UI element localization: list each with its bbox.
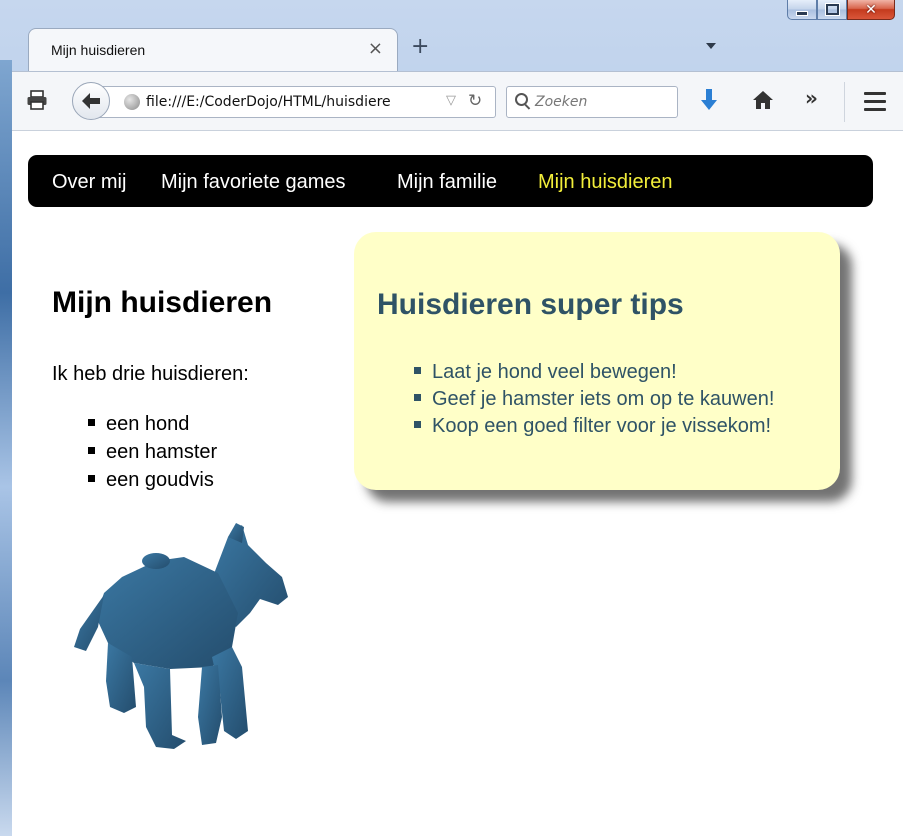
intro-text: Ik heb drie huisdieren:: [52, 363, 249, 385]
navigation-toolbar: file:///E:/CoderDojo/HTML/huisdiere ▽ ↻ …: [12, 71, 903, 131]
url-history-dropdown-icon[interactable]: ▽: [446, 93, 456, 108]
window-controls: ✕: [787, 0, 895, 22]
nav-item-over-mij[interactable]: Over mij: [52, 171, 126, 194]
pet-item-label: een goudvis: [106, 469, 214, 491]
list-item: Koop een goed filter voor je vissekom!: [414, 413, 774, 440]
close-icon: ✕: [865, 1, 877, 18]
tab-close-icon[interactable]: ×: [368, 38, 383, 59]
toolbar-separator: [844, 82, 845, 122]
print-icon[interactable]: [26, 89, 48, 111]
lego-dog-image: [74, 523, 288, 749]
hamburger-menu-icon[interactable]: [864, 92, 886, 116]
minimize-icon: [796, 11, 808, 16]
maximize-button[interactable]: [817, 0, 847, 20]
home-icon[interactable]: [752, 90, 774, 110]
download-icon[interactable]: [700, 88, 718, 112]
maximize-icon: [824, 3, 840, 16]
minimize-button[interactable]: [787, 0, 817, 20]
list-item: een hamster: [88, 438, 217, 466]
tab-list-dropdown-icon[interactable]: [706, 43, 716, 49]
tips-box: Huisdieren super tips Laat je hond veel …: [354, 232, 840, 490]
nav-item-huisdieren[interactable]: Mijn huisdieren: [538, 171, 673, 194]
nav-item-favoriete-games[interactable]: Mijn favoriete games: [161, 171, 346, 194]
search-placeholder[interactable]: Zoeken: [535, 94, 587, 110]
overflow-chevron-icon[interactable]: »: [805, 86, 818, 110]
tab-title: Mijn huisdieren: [51, 42, 146, 58]
tip-item-label: Geef je hamster iets om op te kauwen!: [432, 388, 775, 410]
list-item: een hond: [88, 410, 217, 438]
desktop-background: [0, 60, 12, 836]
back-button[interactable]: [72, 82, 110, 120]
pet-list: een hond een hamster een goudvis: [88, 410, 217, 494]
search-icon: [515, 93, 528, 106]
list-item: een goudvis: [88, 466, 217, 494]
pet-item-label: een hond: [106, 413, 190, 435]
url-text[interactable]: file:///E:/CoderDojo/HTML/huisdiere: [146, 94, 436, 110]
tip-item-label: Laat je hond veel bewegen!: [432, 361, 677, 383]
nav-item-familie[interactable]: Mijn familie: [397, 171, 497, 194]
tips-title: Huisdieren super tips: [377, 288, 684, 321]
browser-window: ✕ Mijn huisdieren × + file:///E:/CoderDo…: [0, 0, 903, 836]
tip-item-label: Koop een goed filter voor je vissekom!: [432, 415, 772, 437]
site-navbar: Over mij Mijn favoriete games Mijn famil…: [28, 155, 873, 207]
pet-item-label: een hamster: [106, 441, 218, 463]
url-bar[interactable]: file:///E:/CoderDojo/HTML/huisdiere ▽ ↻: [96, 86, 496, 118]
new-tab-button[interactable]: +: [411, 36, 429, 58]
list-item: Laat je hond veel bewegen!: [414, 359, 774, 386]
globe-icon: [124, 94, 140, 110]
page-viewport: Over mij Mijn favoriete games Mijn famil…: [12, 131, 903, 836]
browser-tab[interactable]: Mijn huisdieren ×: [28, 28, 398, 72]
page-title: Mijn huisdieren: [52, 286, 273, 319]
list-item: Geef je hamster iets om op te kauwen!: [414, 386, 774, 413]
reload-icon[interactable]: ↻: [468, 91, 482, 111]
back-arrow-icon: [82, 93, 100, 109]
search-bar[interactable]: Zoeken: [506, 86, 678, 118]
tips-list: Laat je hond veel bewegen! Geef je hamst…: [414, 359, 774, 440]
close-window-button[interactable]: ✕: [847, 0, 895, 20]
